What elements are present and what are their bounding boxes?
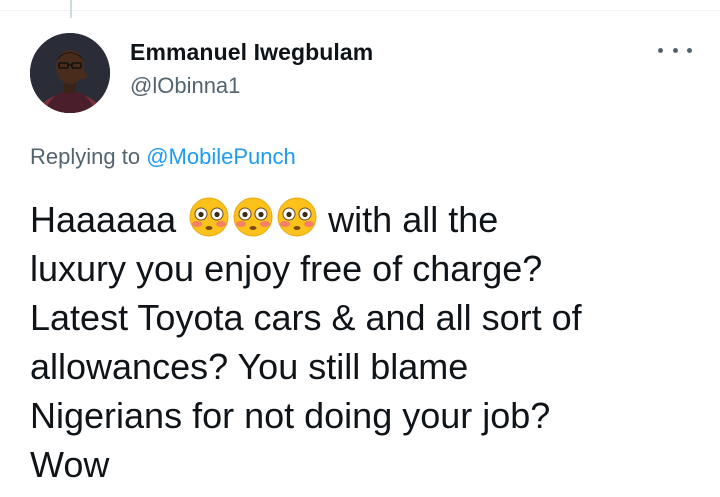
more-horizontal-icon [687, 47, 692, 53]
tweet-text-segment: with all the [328, 199, 499, 240]
flushed-face-emoji-icon [189, 197, 229, 237]
avatar[interactable] [30, 33, 110, 113]
tweet-text-line: Nigerians for not doing your job? [30, 395, 551, 436]
author-handle[interactable]: @lObinna1 [130, 72, 373, 100]
replying-to-handle-link[interactable]: @MobilePunch [146, 144, 296, 169]
author-display-name[interactable]: Emmanuel Iwegbulam [130, 38, 373, 66]
tweet-text-line: Latest Toyota cars & and all sort of [30, 297, 582, 338]
tweet-text-line: allowances? You still blame [30, 346, 469, 387]
tweet-text-segment: Haaaaaa [30, 199, 177, 240]
more-horizontal-icon [658, 47, 663, 53]
tweet-text: Haaaaaa with all the luxury you enjoy fr… [30, 195, 700, 489]
flushed-face-emoji-icon [277, 197, 317, 237]
tweet-text-line: Haaaaaa with all the [30, 195, 700, 244]
more-horizontal-icon [672, 47, 678, 53]
tweet-text-line: luxury you enjoy free of charge? [30, 248, 543, 289]
tweet-text-line: Wow [30, 444, 110, 485]
replying-to: Replying to @MobilePunch [30, 143, 296, 171]
more-options-button[interactable] [658, 40, 692, 60]
tweet: Emmanuel Iwegbulam @lObinna1 Replying to… [0, 0, 720, 497]
replying-prefix: Replying to [30, 144, 141, 169]
author-info[interactable]: Emmanuel Iwegbulam @lObinna1 [130, 38, 373, 100]
flushed-face-emoji-icon [233, 197, 273, 237]
